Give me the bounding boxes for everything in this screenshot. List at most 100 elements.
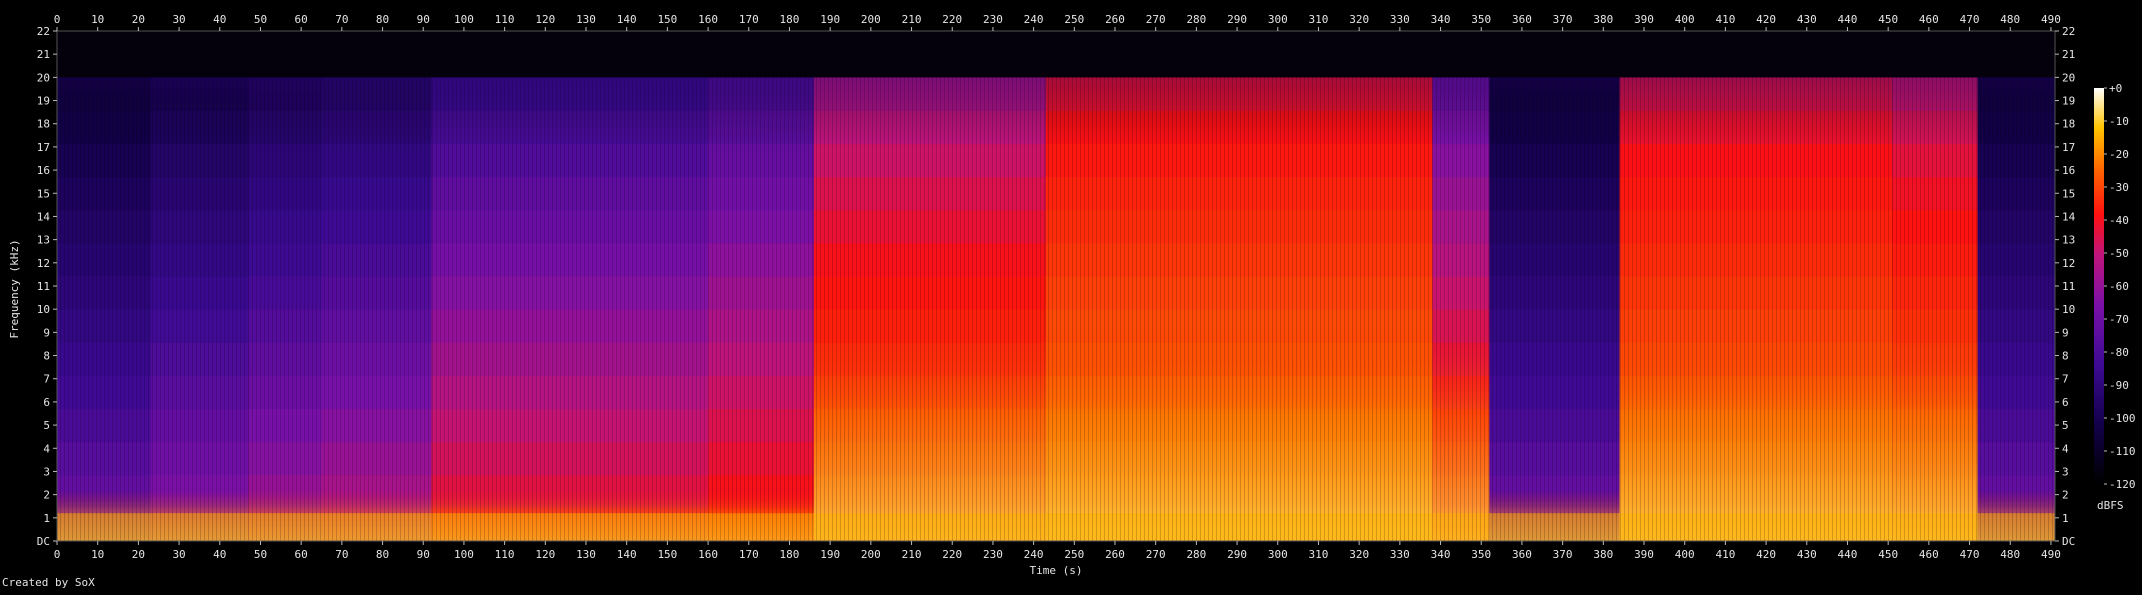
y-tick-label-right: 8 (2062, 350, 2069, 363)
x-tick-label-top: 170 (739, 13, 759, 26)
x-tick-label-top: 150 (657, 13, 677, 26)
x-tick-label-top: 0 (54, 13, 61, 26)
y-tick-label-right: 18 (2062, 118, 2075, 131)
y-tick-label-left: 1 (43, 512, 50, 525)
x-tick-label-top: 20 (132, 13, 145, 26)
y-tick-label-right: 12 (2062, 257, 2075, 270)
x-tick-label-bottom: 20 (132, 548, 145, 561)
x-tick-label-bottom: 490 (2041, 548, 2061, 561)
x-tick-label-bottom: 420 (1756, 548, 1776, 561)
x-tick-label-bottom: 400 (1675, 548, 1695, 561)
x-tick-label-bottom: 70 (335, 548, 348, 561)
x-tick-label-top: 220 (942, 13, 962, 26)
x-tick-label-bottom: 150 (657, 548, 677, 561)
x-tick-label-bottom: 380 (1593, 548, 1613, 561)
x-tick-label-top: 240 (1024, 13, 1044, 26)
y-tick-label-left: 10 (37, 303, 50, 316)
y-tick-label-left: 14 (37, 210, 51, 223)
x-tick-label-bottom: 280 (1186, 548, 1206, 561)
x-tick-label-bottom: 270 (1146, 548, 1166, 561)
colorbar-tick-label: -110 (2109, 445, 2136, 458)
x-tick-label-top: 200 (861, 13, 881, 26)
x-tick-label-bottom: 210 (902, 548, 922, 561)
x-tick-label-bottom: 370 (1553, 548, 1573, 561)
y-tick-label-right: 16 (2062, 164, 2075, 177)
y-tick-label-left: 7 (43, 373, 50, 386)
colorbar-tick-label: +0 (2109, 82, 2122, 95)
x-tick-label-top: 10 (91, 13, 104, 26)
y-tick-label-right: 15 (2062, 187, 2075, 200)
x-tick-label-bottom: 250 (1064, 548, 1084, 561)
y-tick-label-left: 19 (37, 95, 50, 108)
x-tick-label-top: 130 (576, 13, 596, 26)
y-tick-label-right: 19 (2062, 95, 2075, 108)
x-tick-label-top: 350 (1471, 13, 1491, 26)
x-tick-label-top: 160 (698, 13, 718, 26)
x-tick-label-bottom: 340 (1431, 548, 1451, 561)
x-tick-label-bottom: 140 (617, 548, 637, 561)
y-tick-label-left: DC (37, 535, 50, 548)
x-tick-label-top: 470 (1960, 13, 1980, 26)
x-tick-label-top: 190 (820, 13, 840, 26)
x-tick-label-bottom: 470 (1960, 548, 1980, 561)
y-tick-label-left: 6 (43, 396, 50, 409)
x-tick-label-top: 260 (1105, 13, 1125, 26)
y-tick-label-right: 9 (2062, 326, 2069, 339)
colorbar-tick-label: -10 (2109, 115, 2129, 128)
x-tick-label-bottom: 310 (1309, 548, 1329, 561)
x-tick-label-top: 380 (1593, 13, 1613, 26)
plot-area (57, 31, 2055, 542)
x-tick-label-bottom: 30 (172, 548, 185, 561)
x-tick-label-bottom: 440 (1838, 548, 1858, 561)
colorbar-label: dBFS (2097, 499, 2124, 512)
x-tick-label-top: 450 (1878, 13, 1898, 26)
y-tick-label-right: 11 (2062, 280, 2075, 293)
x-tick-label-bottom: 460 (1919, 548, 1939, 561)
y-tick-label-right: 14 (2062, 210, 2076, 223)
y-tick-label-left: 4 (43, 442, 50, 455)
x-tick-label-bottom: 300 (1268, 548, 1288, 561)
x-tick-label-top: 210 (902, 13, 922, 26)
x-tick-label-top: 250 (1064, 13, 1084, 26)
x-tick-label-bottom: 430 (1797, 548, 1817, 561)
x-tick-label-bottom: 240 (1024, 548, 1044, 561)
x-tick-label-bottom: 40 (213, 548, 226, 561)
y-tick-label-right: 13 (2062, 234, 2075, 247)
x-tick-label-top: 460 (1919, 13, 1939, 26)
y-tick-label-left: 22 (37, 25, 50, 38)
x-tick-label-bottom: 60 (295, 548, 308, 561)
y-tick-label-left: 16 (37, 164, 50, 177)
y-tick-label-left: 13 (37, 234, 50, 247)
x-tick-label-top: 30 (172, 13, 185, 26)
spectrogram-figure: 0 0 10 10 20 20 30 30 40 40 50 50 60 60 70 70 80 80 90 90 10… (0, 0, 2142, 591)
colorbar-tick-label: -40 (2109, 214, 2129, 227)
y-tick-label-left: 5 (43, 419, 50, 432)
x-tick-label-top: 280 (1186, 13, 1206, 26)
y-tick-label-right: 21 (2062, 48, 2075, 61)
x-tick-label-bottom: 170 (739, 548, 759, 561)
x-tick-label-bottom: 320 (1349, 548, 1369, 561)
x-tick-label-top: 40 (213, 13, 226, 26)
x-tick-label-bottom: 260 (1105, 548, 1125, 561)
y-tick-label-right: 7 (2062, 373, 2069, 386)
x-tick-label-top: 80 (376, 13, 389, 26)
x-tick-label-top: 290 (1227, 13, 1247, 26)
y-tick-label-right: 10 (2062, 303, 2075, 316)
x-tick-label-top: 360 (1512, 13, 1532, 26)
colorbar-tick-label: -80 (2109, 346, 2129, 359)
y-tick-label-left: 12 (37, 257, 50, 270)
y-tick-label-left: 3 (43, 465, 50, 478)
x-tick-label-top: 270 (1146, 13, 1166, 26)
x-tick-label-top: 320 (1349, 13, 1369, 26)
x-tick-label-bottom: 130 (576, 548, 596, 561)
x-tick-label-top: 490 (2041, 13, 2061, 26)
y-tick-label-right: 1 (2062, 512, 2069, 525)
y-tick-label-right: 3 (2062, 465, 2069, 478)
x-tick-label-bottom: 100 (454, 548, 474, 561)
x-tick-label-bottom: 190 (820, 548, 840, 561)
x-tick-label-top: 60 (295, 13, 308, 26)
x-tick-label-bottom: 120 (535, 548, 555, 561)
x-tick-label-top: 50 (254, 13, 267, 26)
x-tick-label-top: 430 (1797, 13, 1817, 26)
spectrogram-chart: 0 0 10 10 20 20 30 30 40 40 50 50 60 60 70 70 80 80 90 90 10… (0, 0, 2142, 591)
